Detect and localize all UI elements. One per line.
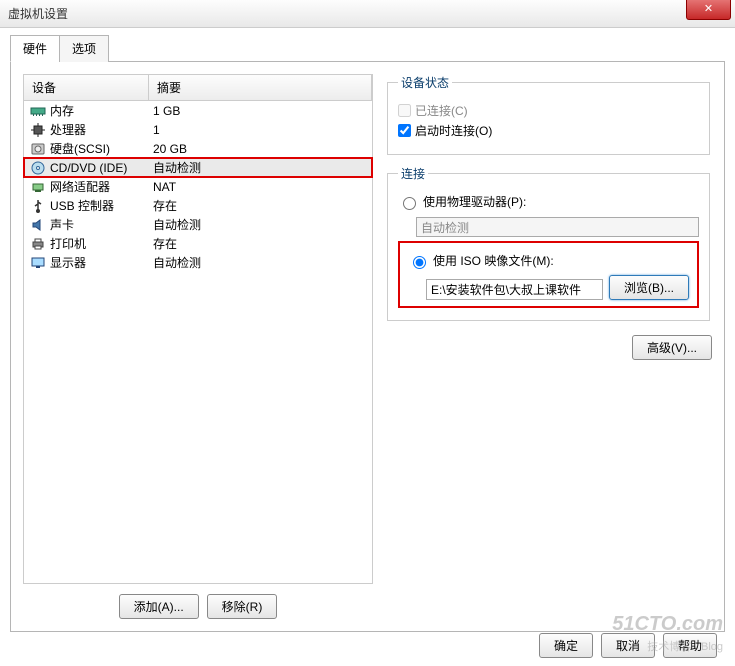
col-header-device[interactable]: 设备 (24, 75, 149, 100)
display-icon (30, 255, 46, 271)
connected-checkbox (398, 104, 411, 117)
right-pane: 设备状态 已连接(C) 启动时连接(O) 连接 使用物理驱动器(P): (385, 74, 712, 619)
usb-icon (30, 198, 46, 214)
row-hdd[interactable]: 硬盘(SCSI) 20 GB (24, 139, 372, 158)
cd-icon (30, 160, 46, 176)
physical-drive-radio[interactable] (403, 197, 416, 210)
row-cddvd[interactable]: CD/DVD (IDE) 自动检测 (24, 158, 372, 177)
col-header-summary[interactable]: 摘要 (149, 75, 372, 100)
connect-poweron-row[interactable]: 启动时连接(O) (398, 122, 699, 139)
dialog-body: 硬件 选项 设备 摘要 内存 1 GB 处理器 1 (0, 28, 735, 666)
browse-button[interactable]: 浏览(B)... (609, 275, 689, 300)
row-network[interactable]: 网络适配器 NAT (24, 177, 372, 196)
close-button[interactable]: ✕ (686, 0, 731, 20)
connection-group: 连接 使用物理驱动器(P): 使用 ISO 映像文件(M): 浏览(B)... (387, 165, 710, 321)
iso-file-radio[interactable] (413, 256, 426, 269)
left-pane: 设备 摘要 内存 1 GB 处理器 1 硬盘(SCSI) 20 GB (23, 74, 373, 619)
device-buttons: 添加(A)... 移除(R) (23, 594, 373, 619)
advanced-button[interactable]: 高级(V)... (632, 335, 712, 360)
device-list: 设备 摘要 内存 1 GB 处理器 1 硬盘(SCSI) 20 GB (23, 74, 373, 584)
physical-drive-combo (416, 217, 699, 237)
row-sound[interactable]: 声卡 自动检测 (24, 215, 372, 234)
iso-path-combo[interactable] (426, 279, 603, 300)
connect-poweron-checkbox[interactable] (398, 124, 411, 137)
hdd-icon (30, 141, 46, 157)
iso-file-row[interactable]: 使用 ISO 映像文件(M): (408, 252, 689, 269)
titlebar: 虚拟机设置 ✕ (0, 0, 735, 28)
watermark-sub: 技术博客 · Blog (647, 638, 723, 654)
row-memory[interactable]: 内存 1 GB (24, 101, 372, 120)
network-icon (30, 179, 46, 195)
memory-icon (30, 103, 46, 119)
add-button[interactable]: 添加(A)... (119, 594, 199, 619)
row-printer[interactable]: 打印机 存在 (24, 234, 372, 253)
printer-icon (30, 236, 46, 252)
remove-button[interactable]: 移除(R) (207, 594, 278, 619)
list-header: 设备 摘要 (24, 75, 372, 101)
connection-legend: 连接 (398, 165, 428, 182)
tab-hardware[interactable]: 硬件 (10, 35, 60, 62)
tab-options[interactable]: 选项 (59, 35, 109, 62)
watermark-main: 51CTO.com (612, 613, 723, 636)
cpu-icon (30, 122, 46, 138)
iso-highlight-box: 使用 ISO 映像文件(M): 浏览(B)... (398, 241, 699, 308)
physical-drive-row[interactable]: 使用物理驱动器(P): (398, 193, 699, 210)
device-status-group: 设备状态 已连接(C) 启动时连接(O) (387, 74, 710, 155)
row-display[interactable]: 显示器 自动检测 (24, 253, 372, 272)
tab-bar: 硬件 选项 (10, 34, 725, 62)
row-cpu[interactable]: 处理器 1 (24, 120, 372, 139)
connected-checkbox-row: 已连接(C) (398, 102, 699, 119)
ok-button[interactable]: 确定 (539, 633, 593, 658)
window-title: 虚拟机设置 (8, 5, 68, 22)
row-usb[interactable]: USB 控制器 存在 (24, 196, 372, 215)
content-area: 设备 摘要 内存 1 GB 处理器 1 硬盘(SCSI) 20 GB (10, 62, 725, 632)
device-status-legend: 设备状态 (398, 74, 452, 91)
sound-icon (30, 217, 46, 233)
